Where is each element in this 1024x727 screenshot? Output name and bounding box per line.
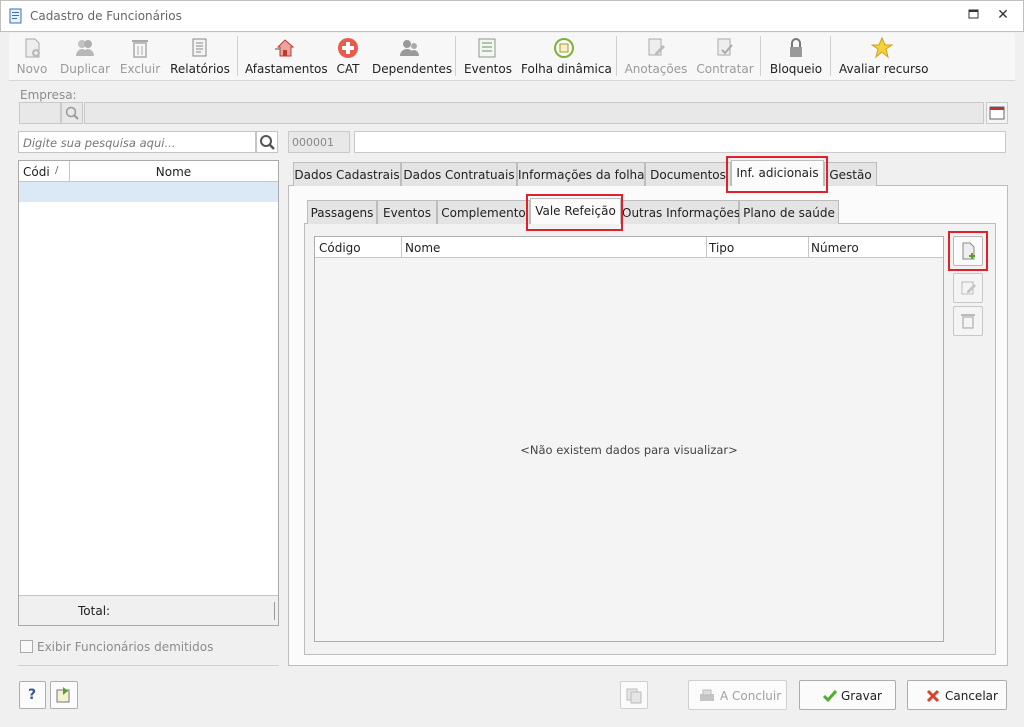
close-button[interactable]: ✕ [994, 7, 1012, 25]
afastamentos-button[interactable]: Afastamentos [245, 33, 328, 81]
dynamic-sheet-icon [554, 38, 574, 58]
column-codigo[interactable]: Códi [23, 165, 50, 179]
help-button[interactable]: ? [19, 681, 46, 709]
contract-icon [717, 38, 733, 56]
restore-button[interactable] [964, 8, 982, 26]
table-row[interactable] [19, 182, 278, 202]
sort-indicator: / [55, 165, 59, 176]
checkmark-icon [822, 690, 838, 703]
empty-message: <Não existem dados para visualizar> [520, 443, 738, 457]
dependentes-button[interactable]: Dependentes [372, 33, 452, 81]
a-concluir-button[interactable]: A Concluir [688, 680, 787, 710]
exibir-demitidos-checkbox[interactable] [20, 640, 33, 653]
empresa-name-field[interactable] [84, 102, 984, 124]
tab-gestao[interactable]: Gestão [824, 162, 877, 186]
empresa-search-button[interactable] [61, 102, 83, 124]
employee-code-field[interactable]: 000001 [288, 131, 350, 153]
relatorios-button[interactable]: Relatórios [170, 33, 230, 81]
employee-name-field[interactable] [354, 131, 1006, 153]
subtab-eventos[interactable]: Eventos [377, 200, 437, 224]
users-icon [76, 40, 94, 56]
search-button[interactable] [256, 131, 278, 153]
gravar-button[interactable]: Gravar [799, 680, 896, 710]
star-icon [871, 37, 893, 59]
trash-icon [132, 40, 148, 58]
subtab-passagens[interactable]: Passagens [307, 200, 377, 224]
column-nome[interactable]: Nome [405, 241, 440, 255]
column-codigo[interactable]: Código [319, 241, 361, 255]
edit-icon [961, 281, 976, 295]
contratar-button[interactable]: Contratar [696, 33, 754, 81]
trash-icon [961, 314, 975, 329]
printer-icon [700, 689, 714, 701]
divider [18, 665, 279, 666]
total-label: Total: [78, 604, 111, 618]
excluir-button[interactable]: Excluir [119, 33, 161, 81]
family-icon [400, 40, 419, 56]
avaliar-recurso-button[interactable]: Avaliar recurso [839, 33, 929, 81]
lock-icon [790, 38, 802, 57]
search-icon [260, 135, 275, 150]
bloqueio-button[interactable]: Bloqueio [767, 33, 825, 81]
tab-documentos[interactable]: Documentos [645, 162, 731, 186]
report-icon [192, 38, 207, 57]
vale-refeicao-grid[interactable]: Código Nome Tipo Número <Não existem dad… [314, 236, 944, 642]
tab-dados-contratuais[interactable]: Dados Contratuais [401, 162, 517, 186]
tab-dados-cadastrais[interactable]: Dados Cadastrais [293, 162, 401, 186]
grid-footer: Total: [19, 595, 278, 625]
house-arrow-icon [275, 39, 295, 57]
employee-grid-header: Códi / Nome [19, 161, 278, 182]
empresa-label: Empresa: [20, 88, 77, 102]
subtab-complemento[interactable]: Complemento [437, 200, 530, 224]
column-tipo[interactable]: Tipo [709, 241, 734, 255]
medical-cross-icon [338, 38, 358, 58]
duplicar-button[interactable]: Duplicar [59, 33, 111, 81]
app-icon [8, 8, 24, 24]
column-nome[interactable]: Nome [69, 165, 278, 179]
edit-record-button[interactable] [953, 273, 983, 303]
refresh-icon [56, 687, 70, 703]
empresa-code-field[interactable] [19, 102, 61, 124]
highlight-box [726, 156, 828, 193]
calendar-icon [989, 106, 1005, 120]
notes-icon [648, 38, 665, 56]
delete-record-button[interactable] [953, 306, 983, 336]
empresa-lookup-button[interactable] [986, 102, 1008, 124]
novo-button[interactable]: Novo [14, 33, 50, 81]
refresh-button[interactable] [50, 681, 78, 709]
window-title: Cadastro de Funcionários [30, 9, 182, 23]
subtab-outras-informacoes[interactable]: Outras Informações [621, 200, 740, 224]
tab-informacoes-folha[interactable]: Informações da folha [517, 162, 645, 186]
subtab-plano-saude[interactable]: Plano de saúde [739, 200, 839, 224]
folha-dinamica-button[interactable]: Folha dinâmica [521, 33, 612, 81]
copy-button[interactable] [620, 681, 648, 709]
copy-icon [626, 688, 642, 704]
vale-refeicao-grid-header: Código Nome Tipo Número [315, 237, 943, 258]
highlight-box [948, 231, 988, 271]
column-numero[interactable]: Número [811, 241, 859, 255]
search-icon [65, 106, 79, 120]
cat-button[interactable]: CAT [334, 33, 362, 81]
eventos-button[interactable]: Eventos [464, 33, 512, 81]
employee-grid[interactable]: Códi / Nome Total: [18, 160, 279, 626]
cancel-x-icon [926, 689, 940, 703]
exibir-demitidos-label: Exibir Funcionários demitidos [37, 640, 214, 654]
list-icon [478, 38, 496, 58]
toolbar: Novo Duplicar Excluir Relatórios Afastam… [9, 33, 1015, 81]
cancelar-button[interactable]: Cancelar [907, 680, 1007, 710]
search-input[interactable]: Digite sua pesquisa aqui... [18, 131, 256, 153]
highlight-box [526, 194, 623, 231]
anotacoes-button[interactable]: Anotações [624, 33, 688, 81]
new-document-icon [25, 38, 40, 58]
